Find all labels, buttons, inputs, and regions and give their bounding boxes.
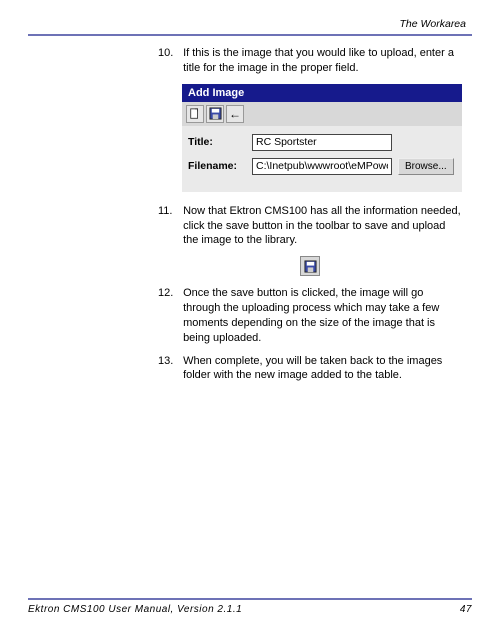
new-icon[interactable] [186, 105, 204, 123]
save-icon[interactable] [206, 105, 224, 123]
dialog-body: Title: Filename: Browse... [182, 126, 462, 192]
step-12: 12. Once the save button is clicked, the… [158, 286, 462, 345]
step-number: 10. [158, 46, 180, 61]
step-text: When complete, you will be taken back to… [183, 354, 461, 384]
filename-field-row: Filename: Browse... [188, 158, 456, 175]
page-number: 47 [460, 604, 472, 615]
step-number: 12. [158, 286, 180, 301]
header-section-title: The Workarea [28, 18, 472, 30]
add-image-dialog: Add Image ← Title: Filename: Brows [182, 84, 462, 192]
main-content: 10. If this is the image that you would … [28, 46, 472, 383]
dialog-title: Add Image [182, 84, 462, 102]
footer-rule [28, 598, 472, 600]
footer-manual-title: Ektron CMS100 User Manual, Version 2.1.1 [28, 604, 242, 615]
title-field-row: Title: [188, 134, 456, 151]
step-13: 13. When complete, you will be taken bac… [158, 354, 462, 384]
step-text: Now that Ektron CMS100 has all the infor… [183, 204, 461, 249]
step-10: 10. If this is the image that you would … [158, 46, 462, 76]
inline-save-illustration [158, 256, 462, 276]
dialog-toolbar: ← [182, 102, 462, 126]
step-number: 13. [158, 354, 180, 369]
save-icon [300, 256, 320, 276]
step-number: 11. [158, 204, 180, 219]
filename-input[interactable] [252, 158, 392, 175]
browse-button[interactable]: Browse... [398, 158, 454, 175]
title-input[interactable] [252, 134, 392, 151]
header-rule [28, 34, 472, 36]
step-11: 11. Now that Ektron CMS100 has all the i… [158, 204, 462, 249]
step-text: If this is the image that you would like… [183, 46, 461, 76]
footer: Ektron CMS100 User Manual, Version 2.1.1… [28, 598, 472, 615]
step-text: Once the save button is clicked, the ima… [183, 286, 461, 345]
back-icon[interactable]: ← [226, 105, 244, 123]
filename-label: Filename: [188, 160, 246, 172]
title-label: Title: [188, 136, 246, 148]
